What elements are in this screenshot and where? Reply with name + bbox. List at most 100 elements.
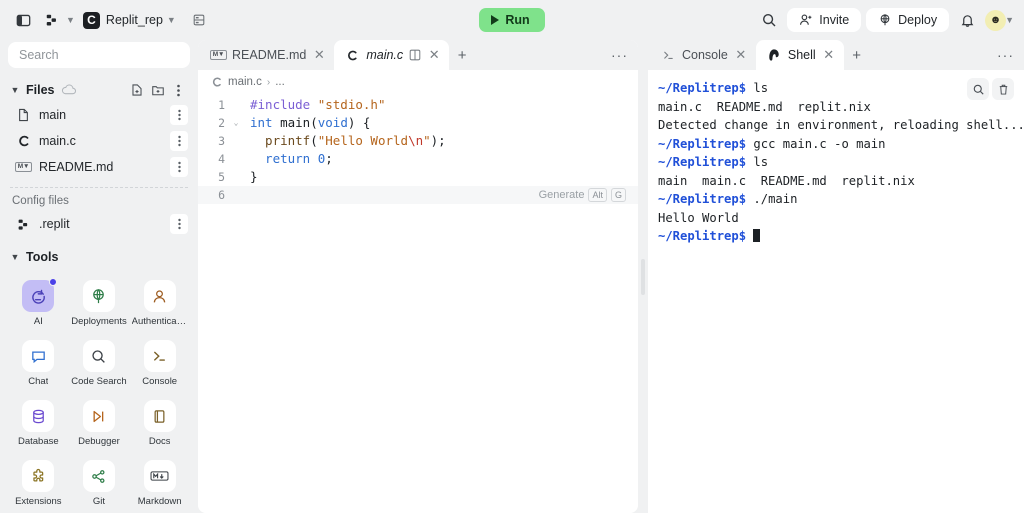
- tool-debugger[interactable]: Debugger: [69, 395, 130, 453]
- files-kebab-icon[interactable]: [169, 81, 188, 100]
- shell-icon: [767, 48, 782, 62]
- replit-nodes-icon[interactable]: [39, 7, 65, 33]
- code-line[interactable]: 2 ⌄ int main(void) {: [198, 114, 638, 132]
- line-number: 6: [218, 188, 225, 202]
- search-input[interactable]: [8, 42, 190, 68]
- add-folder-icon[interactable]: [148, 81, 167, 100]
- chat-icon: [22, 340, 55, 372]
- file-item-main-c[interactable]: main.c: [8, 128, 190, 154]
- code-line[interactable]: 5}: [198, 168, 638, 186]
- code-text: printf("Hello World\n");: [250, 133, 446, 148]
- terminal-line: ~/Replitrep$: [658, 227, 1014, 246]
- tool-console[interactable]: Console: [129, 335, 190, 393]
- code-line[interactable]: 4 return 0;: [198, 150, 638, 168]
- tool-code-search[interactable]: Code Search: [69, 335, 130, 393]
- file-kebab-icon[interactable]: [170, 214, 188, 234]
- tools-section-header[interactable]: ▼ Tools: [8, 245, 190, 269]
- tool-database[interactable]: Database: [8, 395, 69, 453]
- terminal-text: Hello World: [658, 210, 739, 225]
- trash-icon[interactable]: [992, 78, 1014, 100]
- tab-readme-md[interactable]: M▼ README.md ✕: [200, 40, 334, 70]
- tab-main-c[interactable]: main.c ✕: [334, 40, 450, 70]
- terminal-text: ls: [746, 81, 769, 95]
- shell-tabbar: Console ✕ Shell ✕ + ···: [648, 40, 1024, 70]
- run-button[interactable]: Run: [479, 8, 545, 32]
- database-icon[interactable]: [186, 7, 212, 33]
- workspace-chevron-down-icon[interactable]: ▼: [66, 15, 75, 25]
- new-shell-tab-button[interactable]: +: [844, 40, 870, 70]
- tool-label: Authenticati...: [131, 316, 188, 327]
- git-icon: [82, 460, 115, 492]
- code-line[interactable]: 3 printf("Hello World\n");: [198, 132, 638, 150]
- close-icon[interactable]: ✕: [734, 47, 748, 63]
- tool-git[interactable]: Git: [69, 455, 130, 513]
- tool-label: Console: [142, 376, 178, 387]
- terminal-output[interactable]: ~/Replitrep$ ls main.c README.md replit.n…: [648, 70, 1024, 513]
- file-item-main[interactable]: main: [8, 102, 190, 128]
- terminal-text: ./main: [746, 192, 798, 206]
- markdown-badge-label: M▼: [210, 49, 227, 61]
- tool-markdown[interactable]: Markdown: [129, 455, 190, 513]
- search-icon[interactable]: [756, 7, 782, 33]
- shell-more-icon[interactable]: ···: [987, 40, 1024, 70]
- close-icon[interactable]: ✕: [822, 47, 836, 63]
- file-kebab-icon[interactable]: [170, 105, 188, 125]
- files-section-actions: [127, 81, 188, 100]
- deploy-button[interactable]: Deploy: [866, 8, 950, 32]
- line-number: 5: [218, 170, 225, 184]
- split-pane-icon[interactable]: [409, 49, 421, 61]
- code-editor[interactable]: 1 #include "stdio.h" 2 ⌄ int main(void) {3 p…: [198, 94, 638, 513]
- files-section-title: Files: [26, 83, 55, 97]
- tab-console[interactable]: Console ✕: [650, 40, 756, 70]
- header-right-group: Invite Deploy ☻ ▼: [756, 7, 1014, 33]
- search-icon[interactable]: [967, 78, 989, 100]
- files-section-header[interactable]: ▼ Files: [8, 78, 190, 102]
- tools-grid: AI Deployments Authenticati... Chat Code…: [8, 269, 190, 513]
- fold-toggle-icon[interactable]: ⌄: [231, 114, 241, 132]
- generate-hint[interactable]: Generate Alt G: [539, 186, 626, 204]
- invite-label: Invite: [819, 13, 850, 27]
- code-line[interactable]: 6 Generate Alt G: [198, 186, 638, 204]
- replit-logo-icon: C: [82, 11, 100, 29]
- terminal-text: main main.c README.md replit.nix: [658, 173, 915, 188]
- repo-selector[interactable]: C Replit_rep ▼: [78, 9, 183, 32]
- file-item-replit[interactable]: .replit: [8, 211, 190, 237]
- tool-label: Extensions: [15, 496, 62, 507]
- tool-authentication[interactable]: Authenticati...: [129, 275, 190, 333]
- tool-label: Git: [92, 496, 106, 507]
- ai-notification-badge: [49, 278, 58, 286]
- tool-chat[interactable]: Chat: [8, 335, 69, 393]
- close-icon[interactable]: ✕: [427, 47, 441, 63]
- tool-deployments[interactable]: Deployments: [69, 275, 130, 333]
- breadcrumb-tail[interactable]: ...: [275, 76, 285, 88]
- pane-splitter[interactable]: [638, 40, 648, 513]
- file-item-readme[interactable]: M▼ README.md: [8, 154, 190, 180]
- invite-button[interactable]: Invite: [787, 8, 862, 32]
- code-line[interactable]: 1 #include "stdio.h": [198, 96, 638, 114]
- terminal-lines: ~/Replitrep$ ls main.c README.md replit.n…: [658, 79, 1024, 246]
- tab-label: main.c: [366, 48, 404, 62]
- sidebar-toggle-icon[interactable]: [10, 7, 36, 33]
- tab-shell[interactable]: Shell ✕: [755, 40, 844, 70]
- terminal-line: main.c README.md replit.nix: [658, 98, 1014, 117]
- tool-ai[interactable]: AI: [8, 275, 69, 333]
- terminal-text: ls: [746, 155, 769, 169]
- tool-docs[interactable]: Docs: [129, 395, 190, 453]
- file-label: .replit: [39, 217, 70, 231]
- tools-section-title: Tools: [26, 250, 59, 264]
- file-kebab-icon[interactable]: [170, 131, 188, 151]
- new-tab-button[interactable]: +: [449, 40, 475, 70]
- terminal-line: ~/Replitrep$ ./main: [658, 190, 1014, 209]
- user-menu[interactable]: ☻ ▼: [985, 9, 1014, 31]
- terminal-line: ~/Replitrep$ ls: [658, 79, 1014, 98]
- tool-extensions[interactable]: Extensions: [8, 455, 69, 513]
- bell-icon[interactable]: [954, 7, 980, 33]
- editor-more-icon[interactable]: ···: [601, 40, 638, 70]
- breadcrumb-file[interactable]: main.c: [228, 76, 262, 88]
- close-icon[interactable]: ✕: [312, 47, 326, 63]
- avatar-chevron-down-icon: ▼: [1005, 15, 1014, 25]
- file-kebab-icon[interactable]: [170, 157, 188, 177]
- docs-icon: [143, 400, 176, 432]
- add-file-icon[interactable]: [127, 81, 146, 100]
